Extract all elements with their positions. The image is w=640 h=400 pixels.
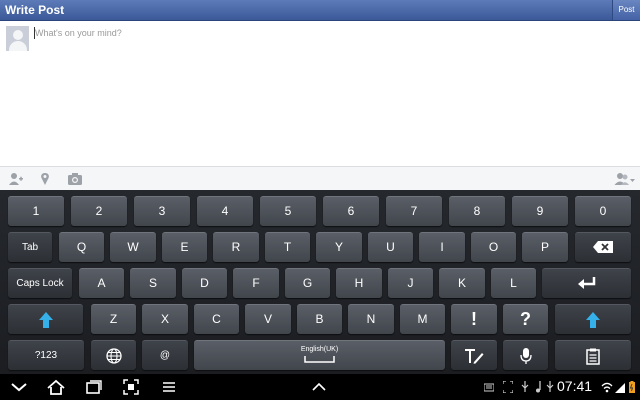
key-3[interactable]: 3 (134, 196, 190, 226)
key-2[interactable]: 2 (71, 196, 127, 226)
avatar (6, 26, 29, 51)
tab-key[interactable]: Tab (8, 232, 52, 262)
key-a[interactable]: A (79, 268, 124, 298)
key-g[interactable]: G (285, 268, 330, 298)
microphone-icon (519, 348, 532, 364)
handwriting-icon (465, 349, 484, 364)
key-z[interactable]: Z (91, 304, 136, 334)
signal-icon (615, 383, 625, 393)
key-t[interactable]: T (265, 232, 310, 262)
wifi-icon (601, 382, 613, 393)
app-header: Write Post Post (0, 0, 640, 21)
shift-arrow-icon (586, 312, 600, 328)
caps-lock-key[interactable]: Caps Lock (8, 268, 72, 298)
question-label: ? (520, 309, 531, 329)
key-8[interactable]: 8 (449, 196, 505, 226)
key-h[interactable]: H (336, 268, 382, 298)
shift-arrow-icon (38, 312, 53, 328)
key-1[interactable]: 1 (8, 196, 64, 226)
handwriting-key[interactable] (451, 340, 497, 370)
location-pin-icon[interactable] (37, 172, 53, 186)
clipboard-icon (586, 348, 600, 365)
status-time: 07:41 (557, 378, 593, 394)
notification-icon (546, 381, 554, 392)
key-i[interactable]: I (419, 232, 465, 262)
key-w[interactable]: W (110, 232, 156, 262)
key-b[interactable]: B (297, 304, 342, 334)
usb-icon (521, 381, 529, 392)
composer-area[interactable] (0, 21, 640, 166)
key-exclaim[interactable]: ! (451, 304, 497, 334)
key-q[interactable]: Q (59, 232, 104, 262)
key-7[interactable]: 7 (386, 196, 442, 226)
key-n[interactable]: N (348, 304, 394, 334)
key-p[interactable]: P (522, 232, 568, 262)
post-button[interactable]: Post (612, 0, 640, 20)
enter-key[interactable] (542, 268, 631, 298)
battery-icon (629, 381, 635, 393)
audience-icon[interactable] (614, 172, 636, 186)
caps-lock-label: Caps Lock (16, 278, 64, 289)
key-x[interactable]: X (142, 304, 188, 334)
voice-input-key[interactable] (503, 340, 548, 370)
key-s[interactable]: S (130, 268, 176, 298)
key-j[interactable]: J (388, 268, 433, 298)
at-key[interactable]: @ (142, 340, 188, 370)
key-o[interactable]: O (471, 232, 516, 262)
keyboard-status-icon (484, 383, 494, 392)
key-l[interactable]: L (491, 268, 536, 298)
tag-friends-icon[interactable] (8, 172, 24, 186)
chevron-up-icon[interactable] (310, 378, 328, 396)
key-9[interactable]: 9 (512, 196, 568, 226)
backspace-key[interactable] (575, 232, 631, 262)
camera-icon[interactable] (67, 172, 83, 186)
symbols-key[interactable]: ?123 (8, 340, 84, 370)
key-u[interactable]: U (368, 232, 413, 262)
key-6[interactable]: 6 (323, 196, 379, 226)
key-v[interactable]: V (245, 304, 291, 334)
key-e[interactable]: E (162, 232, 207, 262)
fullscreen-status-icon (503, 381, 513, 393)
key-4[interactable]: 4 (197, 196, 253, 226)
system-bar: 07:41 (0, 374, 640, 400)
key-c[interactable]: C (194, 304, 239, 334)
on-screen-keyboard: 1 2 3 4 5 6 7 8 9 0 Tab Q W E R T Y U I … (0, 190, 640, 374)
composer-toolbar (0, 166, 640, 190)
key-k[interactable]: K (439, 268, 485, 298)
hide-keyboard-icon[interactable] (10, 378, 28, 396)
space-bar-icon (304, 356, 335, 363)
status-input[interactable] (35, 25, 615, 41)
globe-icon (105, 348, 122, 364)
key-0[interactable]: 0 (575, 196, 631, 226)
space-key[interactable]: English(UK) (194, 340, 445, 370)
key-d[interactable]: D (182, 268, 227, 298)
shift-left-key[interactable] (8, 304, 83, 334)
screenshot-icon[interactable] (122, 378, 140, 396)
key-f[interactable]: F (233, 268, 279, 298)
shift-right-key[interactable] (555, 304, 631, 334)
exclaim-label: ! (471, 309, 477, 329)
page-title: Write Post (5, 3, 65, 17)
menu-icon[interactable] (160, 378, 178, 396)
key-5[interactable]: 5 (260, 196, 316, 226)
language-key[interactable] (91, 340, 136, 370)
key-question[interactable]: ? (503, 304, 548, 334)
key-r[interactable]: R (213, 232, 259, 262)
key-y[interactable]: Y (316, 232, 362, 262)
home-icon[interactable] (47, 378, 65, 396)
recent-apps-icon[interactable] (85, 378, 103, 396)
enter-icon (577, 277, 595, 289)
music-note-icon (536, 381, 541, 393)
clipboard-key[interactable] (555, 340, 631, 370)
key-m[interactable]: M (400, 304, 445, 334)
backspace-icon (593, 241, 613, 253)
